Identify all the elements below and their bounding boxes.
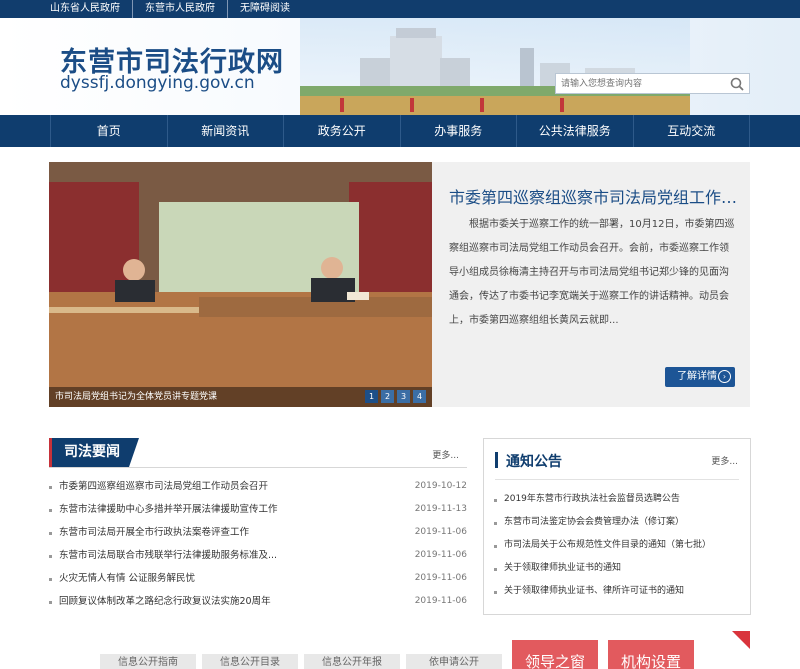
slider-pagination: 1 2 3 4 <box>365 390 426 403</box>
list-item[interactable]: 火灾无情人有情 公证服务解民忧 2019-11-06 <box>49 567 467 590</box>
info-catalog-button[interactable]: 信息公开目录 <box>202 654 298 669</box>
slide-page-1[interactable]: 1 <box>365 390 378 403</box>
news-item-title[interactable]: 东营市司法局开展全市行政执法案卷评查工作 <box>59 521 359 544</box>
news-more-link[interactable]: 更多... <box>432 448 459 461</box>
notice-title[interactable]: 通知公告 <box>506 451 562 471</box>
nav-interaction[interactable]: 互动交流 <box>634 115 750 147</box>
news-item-date: 2019-11-06 <box>414 596 467 606</box>
feature-more-button[interactable]: 了解详情 › <box>665 367 735 387</box>
list-item[interactable]: 市委第四巡察组巡察市司法局党组工作动员会召开 2019-10-12 <box>49 475 467 498</box>
feature-more-label: 了解详情 <box>677 371 717 382</box>
feature-title[interactable]: 市委第四巡察组巡察市司法局党组工作动员会召开 <box>449 184 739 208</box>
search-box <box>555 73 750 94</box>
top-bar: 山东省人民政府 东营市人民政府 无障碍阅读 <box>0 0 800 18</box>
notice-item-title[interactable]: 2019年东营市行政执法社会监督员选聘公告 <box>504 488 744 511</box>
news-item-date: 2019-11-06 <box>414 573 467 583</box>
news-section: 司法要闻 更多... 市委第四巡察组巡察市司法局党组工作动员会召开 2019-10… <box>49 438 467 613</box>
news-item-title[interactable]: 市委第四巡察组巡察市司法局党组工作动员会召开 <box>59 475 359 498</box>
news-list: 市委第四巡察组巡察市司法局党组工作动员会召开 2019-10-12 东营市法律援助… <box>49 475 467 613</box>
nav-gov-affairs[interactable]: 政务公开 <box>284 115 401 147</box>
list-item[interactable]: 2019年东营市行政执法社会监督员选聘公告 <box>494 488 740 511</box>
header-city-image <box>300 18 690 115</box>
news-item-date: 2019-11-13 <box>414 504 467 514</box>
site-header: 东营市司法行政网 dyssfj.dongying.gov.cn <box>0 18 800 115</box>
slide-page-3[interactable]: 3 <box>397 390 410 403</box>
news-item-title[interactable]: 东营市司法局联合市残联举行法律援助服务标准及... <box>59 544 359 567</box>
info-guide-button[interactable]: 信息公开指南 <box>100 654 196 669</box>
notice-item-title[interactable]: 市司法局关于公布规范性文件目录的通知（第七批） <box>504 534 744 557</box>
nav-services[interactable]: 办事服务 <box>401 115 517 147</box>
bottom-quicklinks: 信息公开指南 信息公开目录 信息公开年报 依申请公开 领导之窗 机构设置 <box>0 624 800 669</box>
news-item-date: 2019-11-06 <box>414 550 467 560</box>
chevron-right-icon: › <box>718 370 731 383</box>
notice-section: 通知公告 更多... 2019年东营市行政执法社会监督员选聘公告 东营市司法鉴定… <box>483 438 751 615</box>
list-item[interactable]: 东营市司法局联合市残联举行法律援助服务标准及... 2019-11-06 <box>49 544 467 567</box>
notice-divider <box>495 479 739 480</box>
meeting-photo-image <box>49 162 432 407</box>
news-item-date: 2019-10-12 <box>414 481 467 491</box>
site-domain: dyssfj.dongying.gov.cn <box>60 73 255 93</box>
news-item-date: 2019-11-06 <box>414 527 467 537</box>
list-item[interactable]: 市司法局关于公布规范性文件目录的通知（第七批） <box>494 534 740 557</box>
news-tab[interactable]: 司法要闻 <box>49 438 139 467</box>
corner-ribbon-icon <box>732 631 750 649</box>
link-accessibility[interactable]: 无障碍阅读 <box>228 0 302 18</box>
feature-photo[interactable]: 市司法局党组书记为全体党员讲专题党课 1 2 3 4 <box>49 162 432 407</box>
news-item-title[interactable]: 火灾无情人有情 公证服务解民忧 <box>59 567 359 590</box>
notice-item-title[interactable]: 东营市司法鉴定协会会费管理办法（修订案） <box>504 511 744 534</box>
org-structure-button[interactable]: 机构设置 <box>608 640 694 669</box>
nav-home[interactable]: 首页 <box>51 115 168 147</box>
list-item[interactable]: 回顾复议体制改革之路纪念行政复议法实施20周年 2019-11-06 <box>49 590 467 613</box>
notice-list: 2019年东营市行政执法社会监督员选聘公告 东营市司法鉴定协会会费管理办法（修订… <box>484 488 750 603</box>
main-nav: 首页 新闻资讯 政务公开 办事服务 公共法律服务 互动交流 <box>0 115 800 147</box>
search-input[interactable] <box>556 74 721 93</box>
nav-news[interactable]: 新闻资讯 <box>168 115 284 147</box>
notice-header: 通知公告 更多... <box>484 439 750 479</box>
list-item[interactable]: 东营市司法局开展全市行政执法案卷评查工作 2019-11-06 <box>49 521 467 544</box>
leaders-window-button[interactable]: 领导之窗 <box>512 640 598 669</box>
slide-page-2[interactable]: 2 <box>381 390 394 403</box>
search-icon[interactable] <box>729 76 745 92</box>
notice-item-title[interactable]: 关于领取律师执业证书、律所许可证书的通知 <box>504 580 744 603</box>
feature-summary: 根据市委关于巡察工作的统一部署，10月12日，市委第四巡察组巡察市司法局党组工作… <box>449 219 735 326</box>
info-annual-report-button[interactable]: 信息公开年报 <box>304 654 400 669</box>
notice-item-title[interactable]: 关于领取律师执业证书的通知 <box>504 557 744 580</box>
list-item[interactable]: 关于领取律师执业证书的通知 <box>494 557 740 580</box>
list-item[interactable]: 东营市法律援助中心多措并举开展法律援助宣传工作 2019-11-13 <box>49 498 467 521</box>
news-item-title[interactable]: 东营市法律援助中心多措并举开展法律援助宣传工作 <box>59 498 359 521</box>
slide-page-4[interactable]: 4 <box>413 390 426 403</box>
apply-disclosure-button[interactable]: 依申请公开 <box>406 654 502 669</box>
link-shandong-gov[interactable]: 山东省人民政府 <box>50 0 133 18</box>
news-item-title[interactable]: 回顾复议体制改革之路纪念行政复议法实施20周年 <box>59 590 359 613</box>
nav-legal-services[interactable]: 公共法律服务 <box>517 115 634 147</box>
list-item[interactable]: 东营市司法鉴定协会会费管理办法（修订案） <box>494 511 740 534</box>
link-dongying-gov[interactable]: 东营市人民政府 <box>133 0 228 18</box>
notice-more-link[interactable]: 更多... <box>711 454 738 467</box>
feature-slider: 市司法局党组书记为全体党员讲专题党课 1 2 3 4 市委第四巡察组巡察市司法局… <box>49 162 750 407</box>
notice-title-bar <box>495 452 498 468</box>
news-header: 司法要闻 更多... <box>49 438 467 468</box>
list-item[interactable]: 关于领取律师执业证书、律所许可证书的通知 <box>494 580 740 603</box>
